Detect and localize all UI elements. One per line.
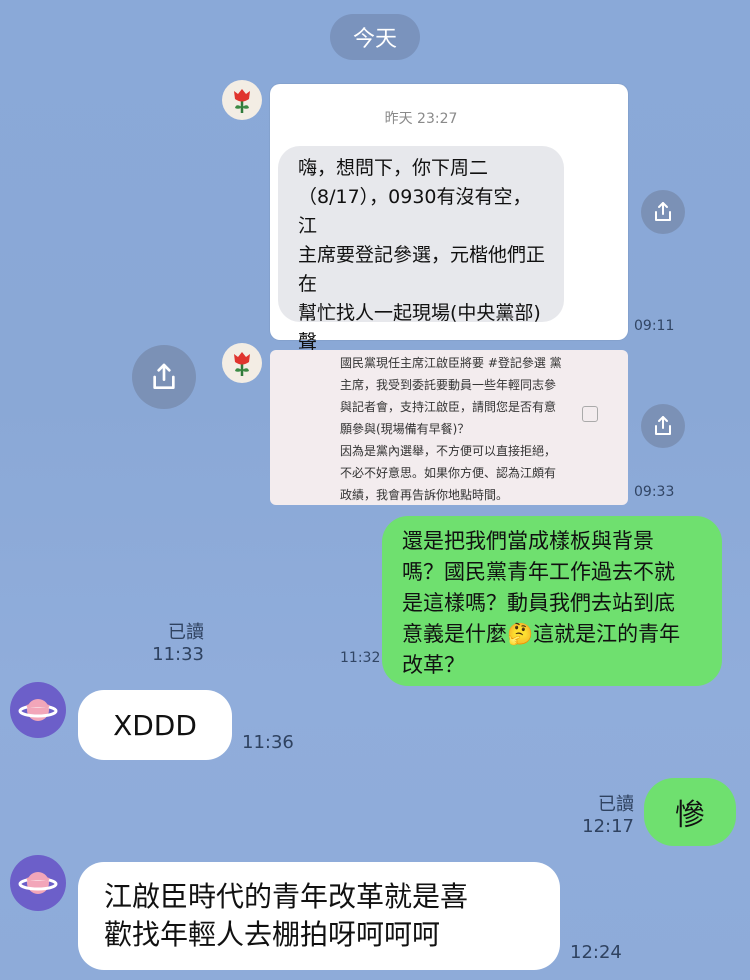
image-text: 國民黨現任主席江啟臣將要 #登記參選 黨 主席，我受到委託要動員一些年輕同志參 … [340,356,562,502]
forwarded-text-bubble[interactable]: 嗨，想問下，你下周二 （8/17），0930有沒有空，江 主席要登記參選，元楷他… [278,146,564,440]
planet-avatar-icon[interactable] [10,855,66,911]
message-time: 12:24 [570,942,622,963]
read-label: 已讀 [168,622,204,643]
read-time: 12:17 [582,816,634,837]
expand-icon [582,406,598,422]
share-button[interactable] [641,404,685,448]
read-time: 11:33 [152,644,204,665]
share-icon [655,202,671,221]
planet-avatar-icon[interactable] [10,682,66,738]
message-time: 11:36 [242,732,294,753]
screenshot-image-message[interactable]: 國民黨現任主席江啟臣將要 #登記參選 黨 主席，我受到委託要動員一些年輕同志參 … [270,350,628,505]
received-message-bubble[interactable]: XDDD [78,690,232,760]
sent-message-bubble[interactable]: 還是把我們當成樣板與背景 嗎？國民黨青年工作過去不就 是這樣嗎？動員我們去站到底… [382,516,722,686]
flower-avatar-icon[interactable] [222,80,262,120]
message-time: 11:32 [340,650,381,666]
card-timestamp: 昨天 23:27 [384,111,458,127]
share-button-large[interactable] [132,345,196,409]
read-receipt: 已讀 11:33 [148,622,204,666]
received-message-bubble[interactable]: 江啟臣時代的青年改革就是喜 歡找年輕人去棚拍呀呵呵呵 [78,862,560,970]
share-icon [153,363,175,389]
read-receipt: 已讀 12:17 [578,794,634,838]
message-text: XDDD [113,708,197,742]
message-text: 慘 [675,798,705,833]
message-time: 09:33 [634,484,675,500]
share-button[interactable] [641,190,685,234]
sent-message-bubble[interactable]: 慘 [644,778,736,846]
forwarded-message-card[interactable]: 昨天 23:27 嗨，想問下，你下周二 （8/17），0930有沒有空，江 主席… [270,84,628,440]
message-text: 江啟臣時代的青年改革就是喜 歡找年輕人去棚拍呀呵呵呵 [104,880,469,951]
flower-avatar-icon[interactable] [222,343,262,383]
message-time: 09:11 [634,318,675,334]
share-icon [655,416,671,435]
date-divider: 今天 [330,14,420,60]
read-label: 已讀 [598,794,634,815]
